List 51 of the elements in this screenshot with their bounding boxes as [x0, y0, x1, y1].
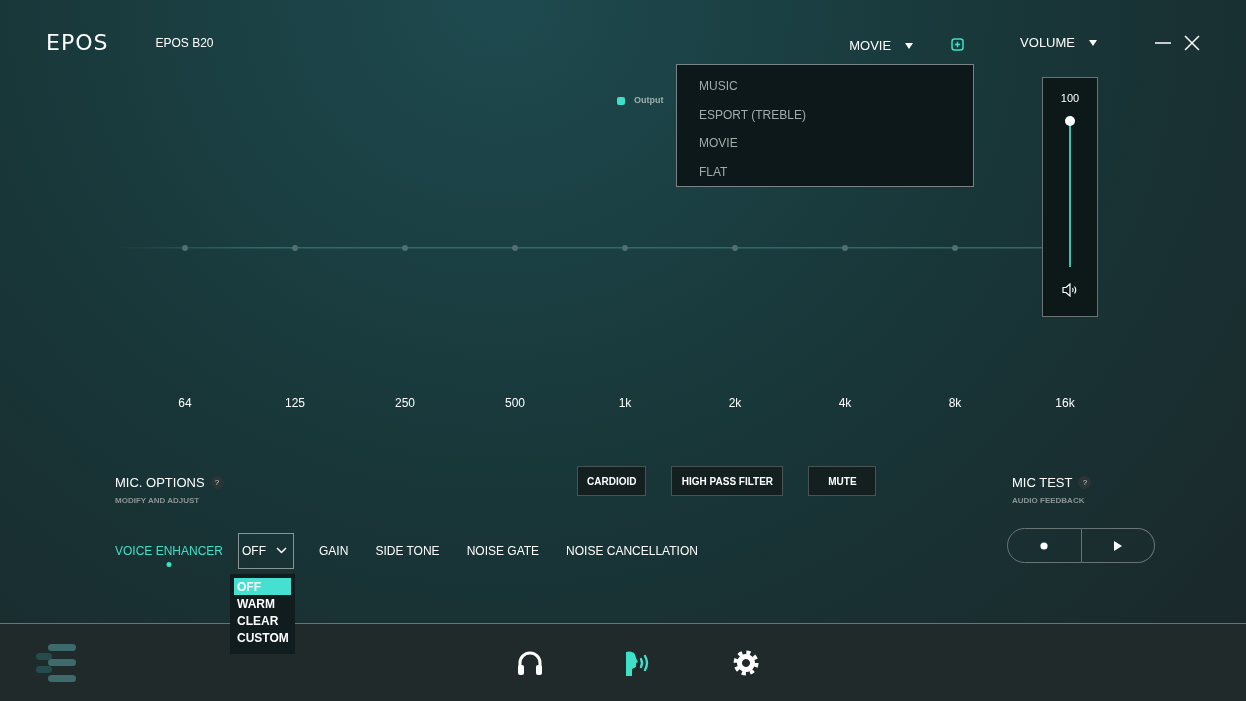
add-icon[interactable] [951, 38, 965, 51]
enhancer-dropdown[interactable]: OFF [238, 532, 295, 569]
section-title: MIC TEST [1012, 474, 1073, 492]
preset-dropdown[interactable]: MOVIE [849, 35, 914, 56]
menu-item[interactable]: MUSIC [699, 72, 973, 101]
settings-icon[interactable] [733, 649, 759, 676]
volume-value: 100 [1060, 91, 1080, 106]
frequency-label: 4k [838, 395, 852, 412]
menu-item[interactable]: CLEAR [234, 612, 291, 629]
frequency-label: 125 [285, 395, 305, 412]
speaker-icon[interactable] [1062, 282, 1078, 297]
help-icon[interactable]: ? [1078, 476, 1092, 490]
toggle-button[interactable]: CARDIOID [577, 466, 647, 496]
volume-dropdown[interactable]: VOLUME [1020, 32, 1097, 53]
device-name: EPOS B20 [155, 34, 214, 52]
close-icon[interactable] [1184, 34, 1200, 51]
brand-logo: EPOS [46, 29, 109, 57]
chevron-down-icon [276, 547, 288, 554]
mic-tab[interactable]: NOISE GATE [466, 541, 540, 560]
mic-tab[interactable]: VOICE ENHANCER [115, 541, 224, 560]
slider-thumb[interactable] [1065, 115, 1075, 126]
menu-item[interactable]: ESPORT (TREBLE) [699, 100, 973, 129]
frequency-label: 64 [178, 395, 192, 412]
caret-icon [1089, 39, 1097, 46]
frequency-label: 500 [505, 395, 525, 412]
legend-label: Output [634, 94, 664, 107]
menu-item[interactable]: FLAT [699, 157, 973, 186]
toggle-button[interactable]: HIGH PASS FILTER [671, 466, 784, 496]
mic-tab[interactable]: GAIN [319, 541, 349, 560]
play-icon [1113, 540, 1122, 551]
minimize-icon[interactable] [1155, 41, 1171, 44]
frequency-label: 16k [1055, 395, 1075, 412]
caret-icon [905, 42, 914, 49]
legend-swatch [617, 96, 625, 105]
frequency-label: 250 [395, 395, 415, 412]
frequency-label: 8k [948, 395, 962, 412]
section-subtitle: MODIFY AND ADJUST [115, 494, 201, 507]
record-icon [1040, 541, 1049, 550]
section-subtitle: AUDIO FEEDBACK [1012, 494, 1086, 507]
menu-item[interactable]: CUSTOM [234, 629, 291, 646]
help-icon[interactable]: ? [210, 476, 224, 490]
toggle-button[interactable]: MUTE [808, 466, 877, 496]
menu-item[interactable]: MOVIE [699, 129, 973, 158]
app-menu-icon[interactable] [36, 643, 76, 682]
menu-item[interactable]: WARM [234, 595, 291, 612]
headphones-icon[interactable] [517, 650, 543, 675]
section-title: MIC. OPTIONS [115, 474, 205, 492]
frequency-label: 1k [618, 395, 632, 412]
frequency-label: 2k [728, 395, 742, 412]
mic-tab[interactable]: SIDE TONE [375, 541, 440, 560]
mic-tab[interactable]: NOISE CANCELLATION [566, 541, 698, 560]
